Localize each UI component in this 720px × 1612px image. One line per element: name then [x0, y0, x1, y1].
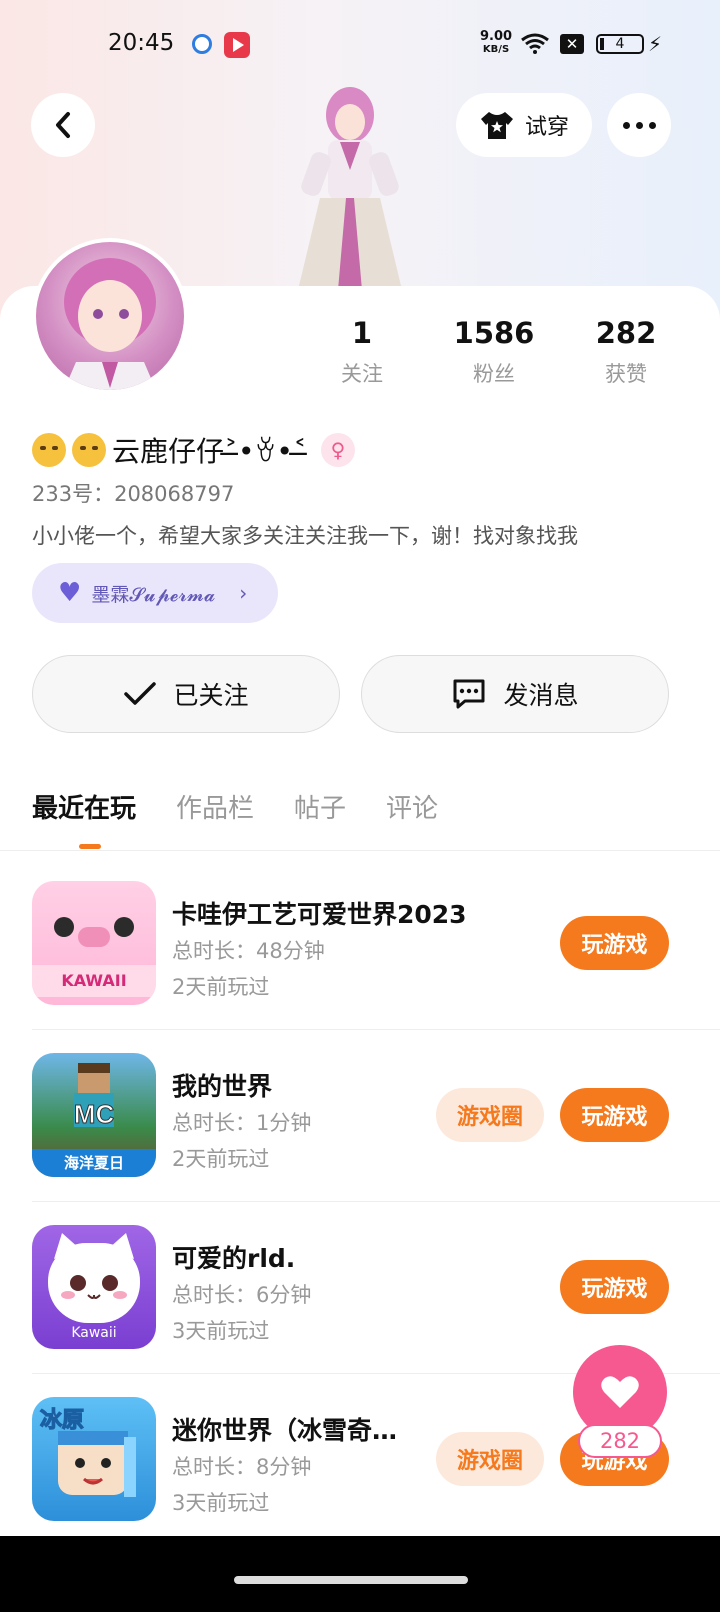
likes-stat[interactable]: 282 获赞	[576, 316, 676, 388]
followed-button[interactable]: 已关注	[32, 655, 340, 733]
system-navigation-bar	[0, 1536, 720, 1612]
game-list-item[interactable]: MC 海洋夏日 我的世界 总时长：1分钟 2天前玩过 游戏圈 玩游戏	[0, 1053, 720, 1225]
send-message-button[interactable]: 发消息	[361, 655, 669, 733]
game-duration: 总时长：1分钟	[172, 1111, 312, 1135]
following-stat[interactable]: 1 关注	[312, 316, 412, 388]
list-divider	[32, 1029, 720, 1030]
like-count-badge: 282	[578, 1424, 662, 1458]
female-gender-icon: ♀	[320, 433, 355, 467]
followers-label: 粉丝	[473, 362, 515, 386]
game-duration: 总时长：6分钟	[172, 1283, 312, 1307]
avatar-image	[36, 242, 184, 390]
username: 云鹿仔仔˃̶•ꈊ•˂̶	[112, 435, 307, 468]
game-last-played: 3天前玩过	[172, 1319, 270, 1343]
game-title: 可爱的rld.	[172, 1244, 296, 1273]
play-game-button[interactable]: 玩游戏	[560, 1260, 669, 1314]
try-on-button[interactable]: 试穿	[456, 93, 592, 157]
mini-world-game-icon: 冰原	[32, 1397, 156, 1521]
sim-disabled-icon: ✕	[560, 34, 584, 54]
game-list-item[interactable]: KAWAII CRAFT 卡哇伊工艺可爱世界2023 总时长：48分钟 2天前玩…	[0, 881, 720, 1053]
app-notification-icon	[192, 34, 212, 54]
tab-comments[interactable]: 评论	[386, 788, 438, 825]
game-last-played: 3天前玩过	[172, 1491, 270, 1515]
game-circle-button[interactable]: 游戏圈	[436, 1432, 544, 1486]
wifi-icon	[521, 33, 549, 54]
try-on-label: 试穿	[524, 115, 569, 140]
check-icon	[124, 682, 157, 705]
user-bio: 小小佬一个，希望大家多关注关注我一下，谢！找对象找我	[32, 524, 578, 548]
relationship-tag[interactable]: ♥ 墨霖𝓢𝓾𝓹𝓮𝓻𝓶𝓪 ›	[32, 563, 278, 623]
more-options-button[interactable]	[607, 93, 671, 157]
tab-works[interactable]: 作品栏	[176, 788, 254, 825]
status-bar: 20:45 9.00 KB/S ✕ 4 ⚡	[0, 0, 720, 90]
kawaii-craft-game-icon: KAWAII CRAFT	[32, 881, 156, 1005]
game-title: 卡哇伊工艺可爱世界2023	[172, 900, 467, 929]
kissing-emoji-icon	[72, 433, 106, 467]
chevron-right-icon: ›	[239, 581, 248, 605]
avatar[interactable]	[32, 238, 188, 394]
likes-count: 282	[595, 316, 657, 350]
active-tab-indicator	[79, 844, 101, 849]
following-count: 1	[351, 316, 373, 350]
followers-count: 1586	[453, 316, 535, 350]
list-divider	[32, 1201, 720, 1202]
kissing-emoji-icon	[32, 433, 66, 467]
tab-recently-played[interactable]: 最近在玩	[32, 788, 136, 825]
charging-icon: ⚡	[648, 32, 663, 56]
game-title: 迷你世界（冰雪奇…	[172, 1416, 398, 1445]
kawaii-cat-game-icon: Kawaii	[32, 1225, 156, 1349]
game-title: 我的世界	[172, 1072, 273, 1101]
play-game-button[interactable]: 玩游戏	[560, 1088, 669, 1142]
status-time: 20:45	[108, 30, 175, 56]
chat-bubble-icon	[453, 679, 485, 709]
profile-tabs: 最近在玩 作品栏 帖子 评论	[32, 788, 438, 825]
tabs-divider	[0, 850, 720, 851]
followed-label: 已关注	[173, 681, 249, 710]
username-row: 云鹿仔仔˃̶•ꈊ•˂̶ ♀	[32, 430, 355, 470]
avatar-character-icon	[64, 258, 156, 390]
game-circle-button[interactable]: 游戏圈	[436, 1088, 544, 1142]
followers-stat[interactable]: 1586 粉丝	[444, 316, 544, 388]
game-duration: 总时长：8分钟	[172, 1455, 312, 1479]
game-last-played: 2天前玩过	[172, 975, 270, 999]
user-id[interactable]: 233号：208068797	[32, 478, 234, 508]
chevron-left-icon	[56, 112, 70, 138]
game-duration: 总时长：48分钟	[172, 939, 325, 963]
svg-text:冰原: 冰原	[40, 1408, 84, 1433]
following-label: 关注	[341, 362, 383, 386]
shirt-icon	[480, 112, 513, 139]
battery-icon: 4	[596, 34, 644, 54]
character-figure	[298, 87, 402, 290]
more-dots-icon	[622, 121, 656, 129]
back-button[interactable]	[31, 93, 95, 157]
minecraft-game-icon: MC 海洋夏日	[32, 1053, 156, 1177]
send-message-label: 发消息	[503, 681, 579, 710]
heart-icon: ♥	[58, 578, 82, 608]
play-game-button[interactable]: 玩游戏	[560, 916, 669, 970]
heart-icon	[601, 1376, 639, 1408]
svg-text:MC: MC	[74, 1099, 115, 1129]
game-last-played: 2天前玩过	[172, 1147, 270, 1171]
home-gesture-handle[interactable]	[234, 1576, 468, 1584]
tab-posts[interactable]: 帖子	[294, 788, 346, 825]
video-app-icon	[224, 32, 250, 58]
network-speed: 9.00 KB/S	[480, 29, 513, 55]
likes-label: 获赞	[605, 362, 647, 386]
relationship-tag-label: 墨霖𝓢𝓾𝓹𝓮𝓻𝓶𝓪	[91, 583, 216, 606]
